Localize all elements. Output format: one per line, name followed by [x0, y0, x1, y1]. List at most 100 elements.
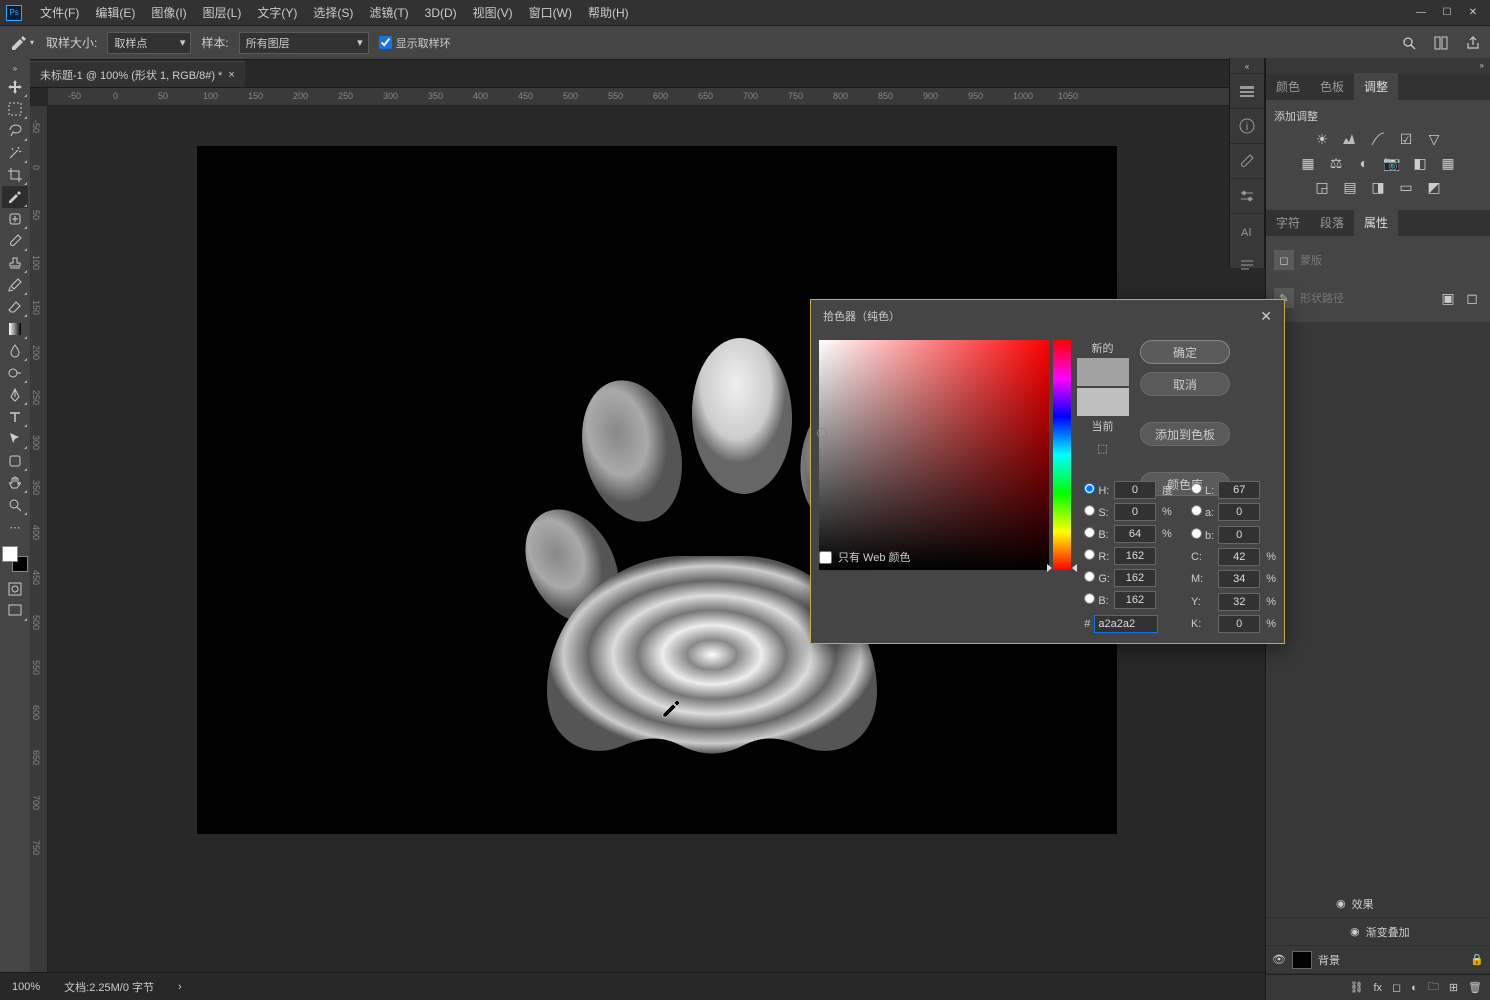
move-tool[interactable]: [2, 76, 28, 98]
sample-size-select[interactable]: 取样点: [107, 32, 191, 54]
visibility-icon[interactable]: 👁: [1272, 953, 1286, 966]
g-input[interactable]: [1114, 569, 1156, 587]
b-input[interactable]: [1114, 591, 1156, 609]
brush-tool[interactable]: [2, 230, 28, 252]
eraser-tool[interactable]: [2, 296, 28, 318]
add-swatch-button[interactable]: 添加到色板: [1140, 422, 1230, 446]
color-swatch[interactable]: [2, 546, 28, 572]
crop-tool[interactable]: [2, 164, 28, 186]
a-input[interactable]: [1218, 503, 1260, 521]
stamp-tool[interactable]: [2, 252, 28, 274]
s-radio[interactable]: [1084, 505, 1095, 516]
a-radio[interactable]: [1191, 505, 1202, 516]
menu-file[interactable]: 文件(F): [32, 0, 87, 25]
ruler-horizontal[interactable]: -500501001502002503003504004505005506006…: [48, 88, 1265, 106]
bv-input[interactable]: [1114, 525, 1156, 543]
eyedropper-tool[interactable]: [2, 186, 28, 208]
zoom-tool[interactable]: [2, 494, 28, 516]
workspace-icon[interactable]: [1432, 34, 1450, 52]
menu-type[interactable]: 文字(Y): [249, 0, 305, 25]
selectivecolor-icon[interactable]: ◩: [1424, 178, 1444, 196]
quickmask-tool[interactable]: [2, 578, 28, 600]
pen-tool[interactable]: [2, 384, 28, 406]
bl-radio[interactable]: [1084, 593, 1095, 604]
tab-character[interactable]: 字符: [1266, 209, 1310, 236]
type-tool[interactable]: [2, 406, 28, 428]
h-input[interactable]: [1114, 481, 1156, 499]
cancel-button[interactable]: 取消: [1140, 372, 1230, 396]
hex-input[interactable]: [1094, 615, 1158, 633]
ok-button[interactable]: 确定: [1140, 340, 1230, 364]
sample-layers-select[interactable]: 所有图层: [239, 32, 369, 54]
gradient-tool[interactable]: [2, 318, 28, 340]
channelmixer-icon[interactable]: ◧: [1410, 154, 1430, 172]
hue-icon[interactable]: ▦: [1298, 154, 1318, 172]
dock-collapse[interactable]: «: [1234, 62, 1260, 71]
menu-window[interactable]: 窗口(W): [521, 0, 580, 25]
share-icon[interactable]: [1464, 34, 1482, 52]
para-panel-icon[interactable]: [1230, 248, 1264, 282]
layer-background[interactable]: 👁 背景 🔒: [1266, 946, 1490, 974]
menu-help[interactable]: 帮助(H): [580, 0, 637, 25]
y-input[interactable]: [1218, 593, 1260, 611]
delete-layer-icon[interactable]: 🗑: [1468, 981, 1482, 994]
web-only-check[interactable]: 只有 Web 颜色: [819, 481, 911, 633]
new-group-icon[interactable]: 🗀: [1428, 978, 1439, 997]
statusbar-arrow-icon[interactable]: ›: [178, 981, 182, 993]
maximize-button[interactable]: ☐: [1434, 3, 1460, 23]
foreground-color[interactable]: [2, 546, 18, 562]
blur-tool[interactable]: [2, 340, 28, 362]
vibrance-icon[interactable]: ▽: [1424, 130, 1444, 148]
dodge-tool[interactable]: [2, 362, 28, 384]
colorlookup-icon[interactable]: ▦: [1438, 154, 1458, 172]
show-sample-ring-checkbox[interactable]: [379, 36, 392, 49]
curves-icon[interactable]: [1368, 130, 1388, 148]
web-only-checkbox[interactable]: [819, 551, 832, 564]
hand-tool[interactable]: [2, 472, 28, 494]
screenmode-tool[interactable]: [2, 600, 28, 622]
m-input[interactable]: [1218, 570, 1260, 588]
l-radio[interactable]: [1191, 483, 1202, 494]
tab-swatches[interactable]: 色板: [1310, 73, 1354, 100]
history-brush-tool[interactable]: [2, 274, 28, 296]
posterize-icon[interactable]: ▤: [1340, 178, 1360, 196]
marquee-tool[interactable]: [2, 98, 28, 120]
panels-collapse[interactable]: »: [1474, 58, 1490, 72]
shape-select-icon[interactable]: ▣: [1438, 289, 1458, 307]
menu-edit[interactable]: 编辑(E): [87, 0, 143, 25]
l-input[interactable]: [1218, 481, 1260, 499]
zoom-level[interactable]: 100%: [12, 981, 40, 993]
h-radio[interactable]: [1084, 483, 1095, 494]
magic-wand-tool[interactable]: [2, 142, 28, 164]
gradientmap-icon[interactable]: ▭: [1396, 178, 1416, 196]
menu-view[interactable]: 视图(V): [465, 0, 521, 25]
color-picker-close-icon[interactable]: ✕: [1260, 308, 1272, 325]
tab-color[interactable]: 颜色: [1266, 73, 1310, 100]
layer-effects[interactable]: ◉ 效果: [1266, 890, 1490, 918]
invert-icon[interactable]: ◲: [1312, 178, 1332, 196]
r-input[interactable]: [1114, 547, 1156, 565]
brush-panel-icon[interactable]: [1230, 144, 1264, 178]
menu-filter[interactable]: 滤镜(T): [361, 0, 416, 25]
layer-fx-icon[interactable]: fx: [1373, 982, 1382, 994]
cube-icon[interactable]: ⬚: [1097, 442, 1107, 455]
edit-toolbar[interactable]: ⋯: [2, 516, 28, 538]
show-sample-ring-check[interactable]: 显示取样环: [379, 35, 451, 51]
close-button[interactable]: ✕: [1460, 3, 1486, 23]
color-field-cursor[interactable]: [817, 428, 827, 438]
color-picker-titlebar[interactable]: 拾色器（纯色） ✕: [811, 300, 1284, 332]
minimize-button[interactable]: —: [1408, 3, 1434, 23]
bb-input[interactable]: [1218, 526, 1260, 544]
levels-icon[interactable]: [1340, 130, 1360, 148]
lasso-tool[interactable]: [2, 120, 28, 142]
history-panel-icon[interactable]: [1230, 74, 1264, 108]
s-input[interactable]: [1114, 503, 1156, 521]
k-input[interactable]: [1218, 615, 1260, 633]
c-input[interactable]: [1218, 548, 1260, 566]
tab-adjustments[interactable]: 调整: [1354, 73, 1398, 100]
r-radio[interactable]: [1084, 549, 1095, 560]
search-icon[interactable]: [1400, 34, 1418, 52]
link-layers-icon[interactable]: ⛓: [1349, 981, 1363, 994]
spot-heal-tool[interactable]: [2, 208, 28, 230]
threshold-icon[interactable]: ◨: [1368, 178, 1388, 196]
